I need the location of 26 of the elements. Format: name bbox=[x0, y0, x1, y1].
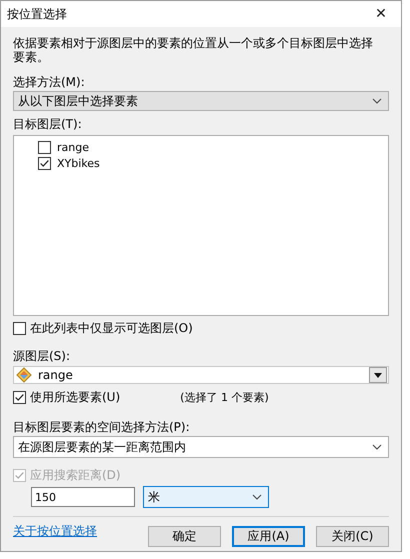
source-layer-dropdown[interactable]: range bbox=[13, 366, 389, 384]
layer-icon bbox=[16, 367, 32, 383]
dialog-button[interactable]: 关闭(C) bbox=[316, 526, 389, 547]
checkbox[interactable] bbox=[38, 156, 51, 170]
chevron-icon bbox=[372, 98, 382, 104]
chevron-icon bbox=[252, 494, 262, 500]
description-text: 依据要素相对于源图层中的要素的位置从一个或多个目标图层中选择要素。 bbox=[13, 36, 374, 64]
checkbox[interactable] bbox=[38, 140, 51, 154]
selection-count-text: (选择了 1 个要素) bbox=[180, 390, 269, 404]
field-label: 选择方法(M): bbox=[13, 75, 86, 89]
layer-name[interactable]: range bbox=[57, 140, 89, 154]
spatial-method-dropdown[interactable]: 在源图层要素的某一距离范围内 bbox=[13, 436, 389, 458]
field-label: 源图层(S): bbox=[13, 349, 72, 363]
chevron-icon bbox=[372, 444, 382, 450]
field-label: 目标图层(T): bbox=[13, 117, 83, 131]
selection-method-dropdown[interactable]: 从以下图层中选择要素 bbox=[13, 91, 389, 111]
dialog-button[interactable]: 确定 bbox=[148, 526, 221, 547]
field-label: 目标图层要素的空间选择方法(P): bbox=[13, 420, 191, 434]
window-title: 按位置选择 bbox=[7, 6, 67, 22]
dialog-button[interactable]: 应用(A) bbox=[232, 526, 305, 547]
help-link[interactable]: 关于按位置选择 bbox=[13, 523, 97, 540]
checkbox[interactable] bbox=[13, 390, 26, 404]
checkbox[interactable] bbox=[13, 322, 26, 334]
checkbox-label[interactable]: 使用所选要素(U) bbox=[30, 388, 120, 406]
checkbox-label[interactable]: 在此列表中仅显示可选图层(O) bbox=[30, 320, 193, 336]
layer-name[interactable]: XYbikes bbox=[57, 156, 100, 170]
